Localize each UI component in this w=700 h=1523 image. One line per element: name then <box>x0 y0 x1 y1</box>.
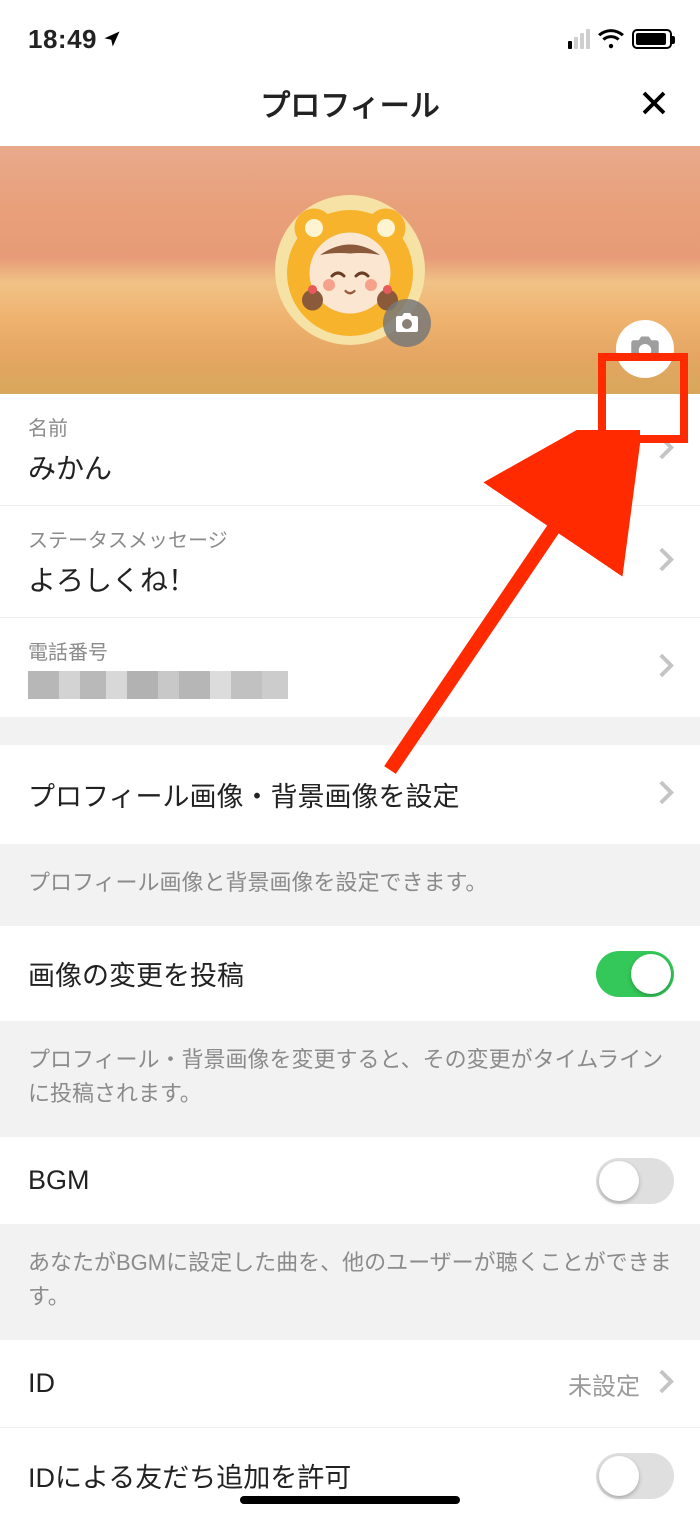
avatar-wrap[interactable] <box>275 195 425 345</box>
row-bgm[interactable]: BGM <box>0 1137 700 1224</box>
row-id-allow[interactable]: IDによる友だち追加を許可 <box>0 1428 700 1523</box>
section-bgm: BGM <box>0 1137 700 1224</box>
home-indicator <box>240 1496 460 1504</box>
section-image-settings: プロフィール画像・背景画像を設定 <box>0 745 700 844</box>
section-post-change: 画像の変更を投稿 <box>0 926 700 1021</box>
row-post-change[interactable]: 画像の変更を投稿 <box>0 926 700 1021</box>
post-change-toggle[interactable] <box>596 951 674 997</box>
image-settings-note: プロフィール画像と背景画像を設定できます。 <box>0 844 700 926</box>
id-allow-title: IDによる友だち追加を許可 <box>28 1456 672 1495</box>
location-icon <box>103 24 121 55</box>
post-change-title: 画像の変更を投稿 <box>28 954 672 993</box>
row-name[interactable]: 名前 みかん <box>0 394 700 506</box>
phone-label: 電話番号 <box>28 636 672 665</box>
row-status-message[interactable]: ステータスメッセージ よろしくね！ <box>0 506 700 618</box>
status-icons <box>568 29 672 49</box>
page-title: プロフィール <box>260 81 439 125</box>
status-value: よろしくね！ <box>28 559 672 599</box>
status-time: 18:49 <box>28 24 97 55</box>
id-value: 未設定 <box>568 1366 640 1401</box>
bgm-title: BGM <box>28 1165 672 1196</box>
phone-value-redacted <box>28 671 288 699</box>
chevron-right-icon <box>658 1368 674 1399</box>
cover-camera-button[interactable] <box>616 320 674 378</box>
profile-info-list: 名前 みかん ステータスメッセージ よろしくね！ 電話番号 <box>0 394 700 717</box>
cellular-icon <box>568 29 590 49</box>
close-button[interactable] <box>634 83 674 123</box>
id-allow-toggle[interactable] <box>596 1453 674 1499</box>
status-bar: 18:49 <box>0 0 700 60</box>
battery-icon <box>632 29 672 49</box>
status-label: ステータスメッセージ <box>28 524 672 553</box>
name-value: みかん <box>28 447 672 487</box>
chevron-right-icon <box>658 779 674 810</box>
row-id[interactable]: ID 未設定 <box>0 1340 700 1428</box>
chevron-right-icon <box>658 434 674 465</box>
post-change-note: プロフィール・背景画像を変更すると、その変更がタイムラインに投稿されます。 <box>0 1021 700 1137</box>
nav-header: プロフィール <box>0 60 700 146</box>
row-image-settings[interactable]: プロフィール画像・背景画像を設定 <box>0 745 700 844</box>
profile-cover <box>0 146 700 394</box>
bgm-toggle[interactable] <box>596 1158 674 1204</box>
image-settings-title: プロフィール画像・背景画像を設定 <box>28 775 672 814</box>
bgm-note: あなたがBGMに設定した曲を、他のユーザーが聴くことができます。 <box>0 1224 700 1340</box>
row-phone[interactable]: 電話番号 <box>0 618 700 717</box>
chevron-right-icon <box>658 546 674 577</box>
wifi-icon <box>598 29 624 49</box>
name-label: 名前 <box>28 412 672 441</box>
chevron-right-icon <box>658 652 674 683</box>
status-time-wrap: 18:49 <box>28 24 121 55</box>
avatar-camera-button[interactable] <box>383 299 431 347</box>
